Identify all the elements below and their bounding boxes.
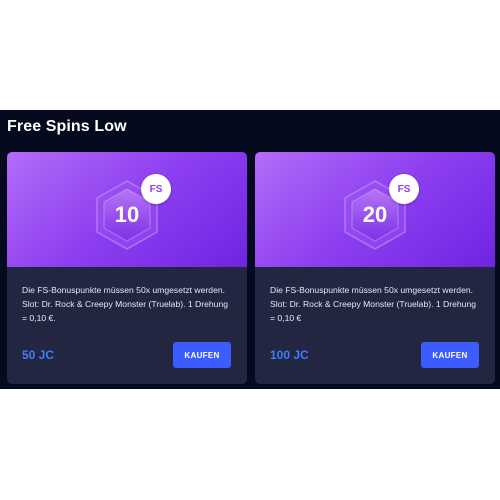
card-price: 50 JC <box>22 348 55 362</box>
card-description: Die FS-Bonuspunkte müssen 50x umgesetzt … <box>270 285 477 323</box>
fs-badge: FS <box>389 174 419 204</box>
card-header: 20 FS <box>255 152 495 267</box>
buy-button[interactable]: KAUFEN <box>421 342 479 368</box>
free-spins-card-20: 20 FS Die FS-Bonuspunkte müssen 50x umge… <box>255 152 495 384</box>
free-spins-card-10: 10 FS Die FS-Bonuspunkte müssen 50x umge… <box>7 152 247 384</box>
buy-button[interactable]: KAUFEN <box>173 342 231 368</box>
card-description: Die FS-Bonuspunkte müssen 50x umgesetzt … <box>22 285 229 323</box>
section-title: Free Spins Low <box>7 118 127 135</box>
card-price: 100 JC <box>270 348 309 362</box>
card-header: 10 FS <box>7 152 247 267</box>
fs-badge: FS <box>141 174 171 204</box>
